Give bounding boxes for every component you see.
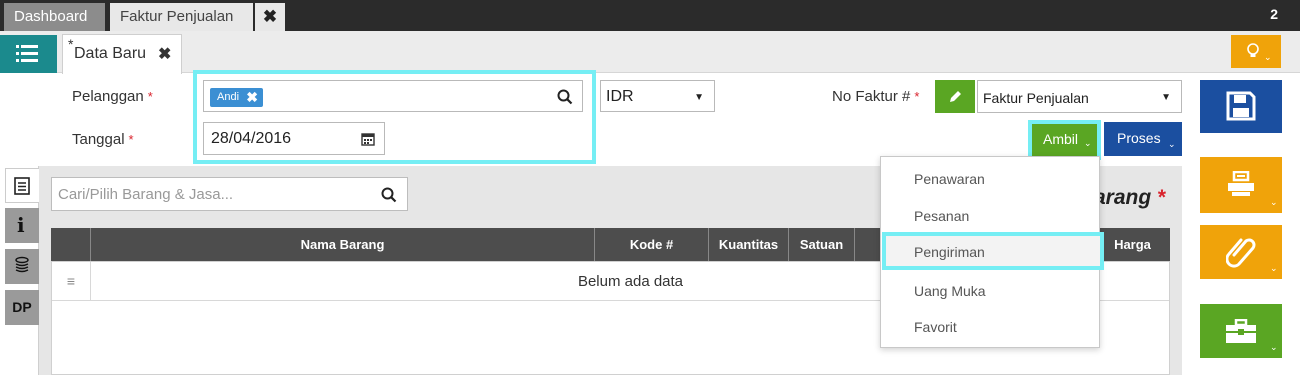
- header-kode: Kode #: [595, 228, 709, 261]
- currency-select[interactable]: IDR ▼: [600, 80, 715, 112]
- briefcase-button[interactable]: ⌄: [1200, 304, 1282, 358]
- chevron-down-icon: ⌄: [1084, 138, 1092, 148]
- currency-value: IDR: [606, 88, 634, 105]
- panel-title: arang *: [1094, 186, 1166, 209]
- document-tab-bar: [0, 31, 1300, 73]
- tips-button[interactable]: ⌄: [1231, 35, 1281, 68]
- header-nama-barang: Nama Barang: [91, 228, 595, 261]
- chevron-down-icon: ⌄: [1270, 197, 1278, 207]
- chevron-down-icon: ⌄: [1168, 139, 1176, 149]
- printer-icon: [1228, 171, 1254, 196]
- header-kuantitas: Kuantitas: [709, 228, 789, 261]
- menu-item-pengiriman[interactable]: Pengiriman: [881, 234, 1099, 271]
- no-faktur-type-select[interactable]: Faktur Penjualan ▼: [977, 80, 1182, 113]
- floppy-disk-icon: [1226, 91, 1256, 121]
- tab-item-list[interactable]: [5, 168, 39, 203]
- dropdown-arrow-icon: ▼: [1161, 92, 1171, 103]
- chevron-down-icon: ⌄: [1264, 52, 1272, 62]
- list-menu-icon: [16, 45, 19, 62]
- menu-item-penawaran[interactable]: Penawaran: [881, 161, 1099, 198]
- tab-down-payment[interactable]: DP: [5, 290, 39, 325]
- lightbulb-icon: [1247, 43, 1259, 57]
- coins-icon: [15, 256, 29, 273]
- drag-handle-icon[interactable]: ≡: [52, 262, 91, 301]
- proses-button[interactable]: Proses ⌄: [1104, 122, 1182, 156]
- chevron-down-icon: ⌄: [1270, 263, 1278, 273]
- unsaved-indicator: *: [68, 36, 74, 52]
- print-button[interactable]: ⌄: [1200, 157, 1282, 213]
- tanggal-value: 28/04/2016: [211, 130, 292, 147]
- tab-data-baru[interactable]: * Data Baru ✖: [62, 34, 182, 74]
- tanggal-label: Tanggal *: [72, 131, 134, 148]
- menu-item-favorit[interactable]: Favorit: [881, 309, 1099, 346]
- info-icon: i: [17, 213, 25, 237]
- menu-item-pesanan[interactable]: Pesanan: [881, 198, 1099, 235]
- header-handle-column: [51, 228, 91, 261]
- no-faktur-label: No Faktur # *: [832, 88, 920, 105]
- edit-no-faktur-button[interactable]: [935, 80, 975, 113]
- tab-data-baru-label: Data Baru: [74, 45, 147, 62]
- item-search-input[interactable]: Cari/Pilih Barang & Jasa...: [51, 177, 408, 211]
- list-menu-button[interactable]: [0, 35, 57, 73]
- tab-dashboard[interactable]: Dashboard: [4, 3, 105, 31]
- search-icon[interactable]: [381, 187, 397, 203]
- dropdown-arrow-icon: ▼: [694, 92, 704, 103]
- tanggal-field[interactable]: 28/04/2016: [203, 122, 385, 155]
- open-tabs-count[interactable]: 2: [1270, 6, 1278, 22]
- pelanggan-label: Pelanggan *: [72, 88, 153, 105]
- save-button[interactable]: [1200, 80, 1282, 133]
- tab-info[interactable]: i: [5, 208, 39, 243]
- pelanggan-field[interactable]: Andi ✖: [203, 80, 583, 112]
- paperclip-icon: [1226, 238, 1256, 268]
- briefcase-icon: [1226, 319, 1256, 343]
- ambil-button[interactable]: Ambil ⌄: [1032, 124, 1097, 156]
- close-tab-icon[interactable]: ✖: [158, 44, 171, 64]
- list-icon: [14, 177, 30, 195]
- calendar-icon[interactable]: [361, 132, 375, 146]
- tab-close-button[interactable]: ✖: [255, 3, 285, 31]
- search-icon[interactable]: [557, 89, 573, 105]
- menu-item-uang-muka[interactable]: Uang Muka: [881, 273, 1099, 310]
- header-harga: Harga: [1114, 237, 1151, 252]
- tab-faktur-penjualan[interactable]: Faktur Penjualan: [110, 3, 253, 31]
- remove-chip-icon[interactable]: ✖: [246, 88, 258, 107]
- chevron-down-icon: ⌄: [1270, 342, 1278, 352]
- tab-cost[interactable]: [5, 249, 39, 284]
- pencil-icon: [950, 91, 961, 102]
- customer-chip: Andi ✖: [210, 88, 264, 107]
- header-satuan: Satuan: [789, 228, 855, 261]
- attachment-button[interactable]: ⌄: [1200, 225, 1282, 279]
- no-faktur-type-value: Faktur Penjualan: [983, 90, 1089, 106]
